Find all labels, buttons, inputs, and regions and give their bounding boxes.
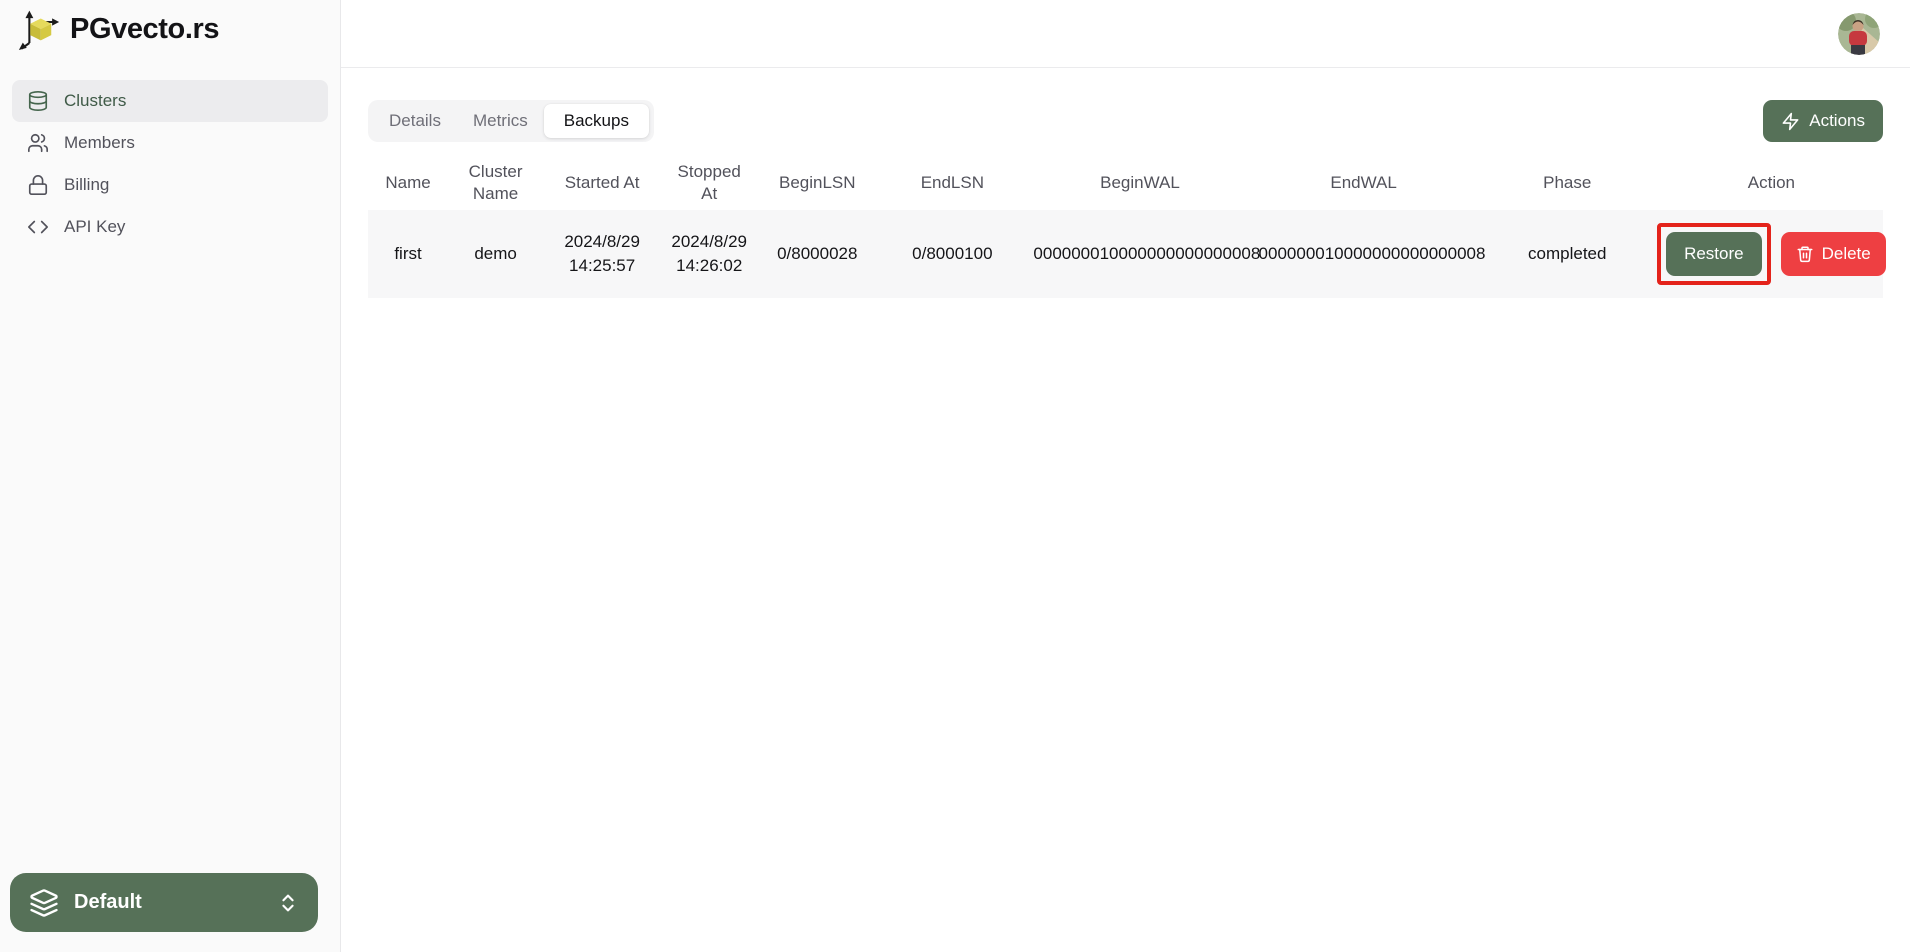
col-header-end-wal: EndWAL: [1253, 156, 1475, 210]
tab-bar: Details Metrics Backups: [368, 100, 654, 142]
actions-button[interactable]: Actions: [1763, 100, 1883, 142]
cell-phase: completed: [1475, 210, 1660, 298]
delete-button[interactable]: Delete: [1781, 232, 1886, 276]
topbar: [341, 0, 1910, 68]
layers-icon: [29, 888, 59, 918]
workspace-selector[interactable]: Default: [10, 873, 318, 932]
main-area: Details Metrics Backups Actions: [341, 0, 1910, 952]
col-header-name: Name: [368, 156, 448, 210]
cell-end-wal: 000000010000000000000008: [1253, 210, 1475, 298]
trash-icon: [1796, 245, 1814, 263]
sidebar-item-billing[interactable]: Billing: [12, 164, 328, 206]
col-header-action: Action: [1660, 156, 1883, 210]
database-icon: [27, 90, 49, 112]
brand-name: PGvecto.rs: [70, 13, 219, 46]
sidebar-item-members[interactable]: Members: [12, 122, 328, 164]
zap-icon: [1781, 112, 1800, 131]
tab-metrics[interactable]: Metrics: [457, 104, 544, 138]
restore-button[interactable]: Restore: [1666, 232, 1762, 276]
cell-begin-lsn: 0/8000028: [757, 210, 877, 298]
backups-table: Name Cluster Name Started At Stopped At …: [368, 156, 1883, 298]
restore-annotation-box: Restore: [1657, 223, 1771, 285]
table-header-row: Name Cluster Name Started At Stopped At …: [368, 156, 1883, 210]
lock-icon: [27, 174, 49, 196]
tab-backups[interactable]: Backups: [544, 104, 649, 138]
workspace-name: Default: [74, 891, 262, 914]
code-icon: [27, 216, 49, 238]
brand-logo[interactable]: PGvecto.rs: [0, 0, 340, 58]
col-header-phase: Phase: [1475, 156, 1660, 210]
chevrons-up-down-icon: [277, 892, 299, 914]
col-header-end-lsn: EndLSN: [877, 156, 1027, 210]
actions-button-label: Actions: [1809, 111, 1865, 131]
cell-end-lsn: 0/8000100: [877, 210, 1027, 298]
user-avatar[interactable]: [1838, 13, 1880, 55]
sidebar-item-label: Billing: [64, 175, 109, 195]
sidebar-item-label: Members: [64, 133, 135, 153]
col-header-stopped-at: Stopped At: [661, 156, 757, 210]
cell-started-at: 2024/8/29 14:25:57: [543, 210, 661, 298]
sidebar-item-label: API Key: [64, 217, 125, 237]
sidebar-item-label: Clusters: [64, 91, 126, 111]
sidebar-item-api-key[interactable]: API Key: [12, 206, 328, 248]
tab-details[interactable]: Details: [373, 104, 457, 138]
cell-cluster-name: demo: [448, 210, 543, 298]
col-header-begin-wal: BeginWAL: [1027, 156, 1252, 210]
col-header-begin-lsn: BeginLSN: [757, 156, 877, 210]
col-header-started-at: Started At: [543, 156, 661, 210]
sidebar-item-clusters[interactable]: Clusters: [12, 80, 328, 122]
cell-action: Restore: [1666, 223, 1877, 285]
cell-name: first: [368, 210, 448, 298]
cell-begin-wal: 000000010000000000000008: [1027, 210, 1252, 298]
table-row: first demo 2024/8/29 14:25:57 2024/8/29 …: [368, 210, 1883, 298]
delete-button-label: Delete: [1822, 244, 1871, 264]
col-header-cluster-name: Cluster Name: [448, 156, 543, 210]
sidebar: PGvecto.rs Clusters Membe: [0, 0, 341, 952]
cluster-detail-content: Details Metrics Backups Actions: [341, 68, 1910, 298]
users-icon: [27, 132, 49, 154]
cell-stopped-at: 2024/8/29 14:26:02: [661, 210, 757, 298]
sidebar-nav: Clusters Members Billing: [0, 58, 340, 248]
cube-axes-icon: [18, 8, 60, 50]
